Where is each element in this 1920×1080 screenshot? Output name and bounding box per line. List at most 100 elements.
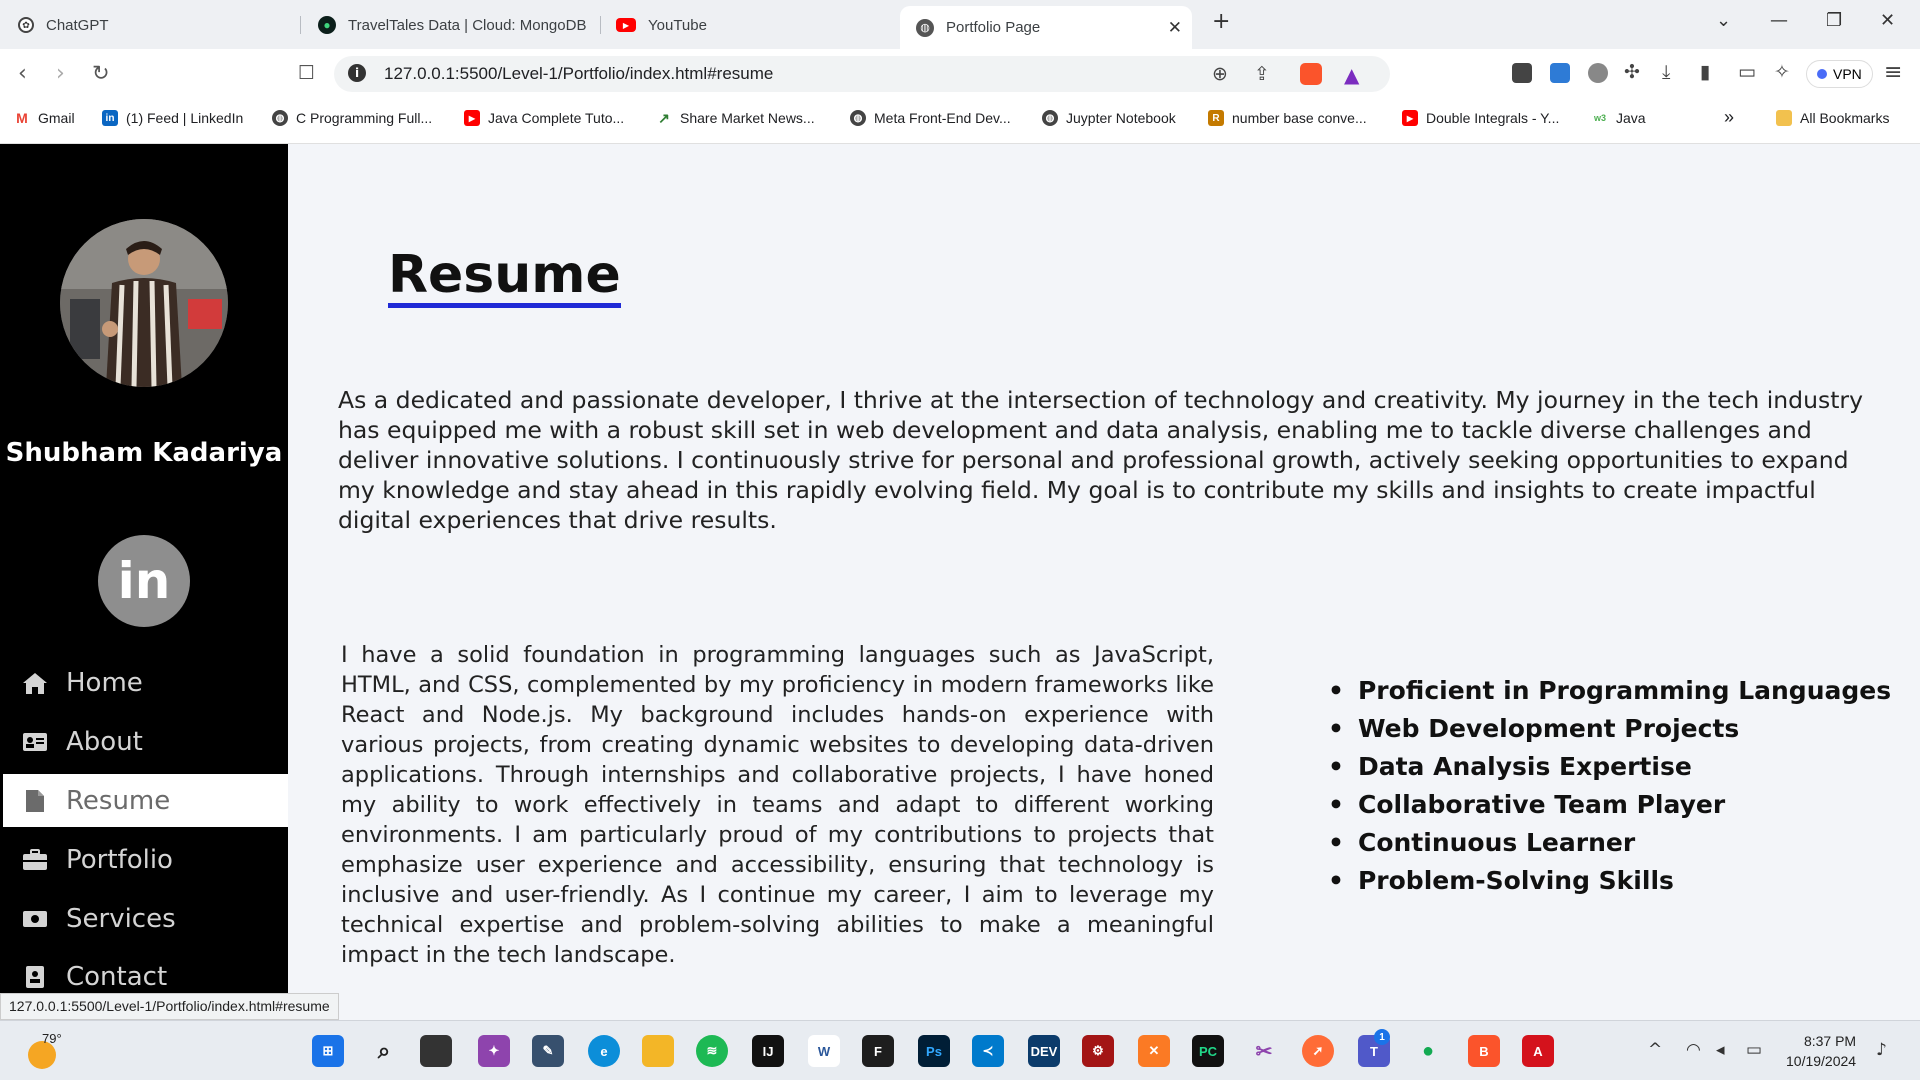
close-window-icon[interactable]: ✕ [1880,10,1895,31]
mysql-icon[interactable]: ⚙ [1082,1035,1114,1067]
nav-label: About [66,726,143,757]
battery-icon[interactable]: ▭ [1746,1040,1762,1060]
vpn-status-icon [1817,69,1827,79]
bookmark-share-market[interactable]: ↗ Share Market News... [656,110,815,126]
file-explorer-icon[interactable] [642,1035,674,1067]
bookmarks-bar: M Gmail in (1) Feed | LinkedIn ◍ C Progr… [0,99,1920,144]
address-bar[interactable]: i 127.0.0.1:5500/Level-1/Portfolio/index… [334,56,1390,92]
nav-portfolio[interactable]: Portfolio [0,833,288,886]
mongodb-compass-icon[interactable]: ● [1412,1035,1444,1067]
extension-fi-icon[interactable] [1550,63,1570,83]
snipping-tool-icon[interactable]: ✂ [1248,1035,1280,1067]
tab-youtube[interactable]: ▶ YouTube [616,7,707,43]
skill-item: Proficient in Programming Languages [1328,672,1891,710]
bookmark-label: Double Integrals - Y... [1426,110,1560,126]
more-bookmarks-button[interactable]: » [1724,107,1734,128]
photoshop-icon[interactable]: Ps [918,1035,950,1067]
brave-shields-icon[interactable] [1300,63,1322,85]
bookmark-linkedin[interactable]: in (1) Feed | LinkedIn [102,110,243,126]
linkedin-icon: in [102,110,118,126]
app-icon[interactable]: ✎ [532,1035,564,1067]
bookmark-jupyter[interactable]: ◍ Juypter Notebook [1042,110,1176,126]
nav-home[interactable]: Home [0,656,288,709]
bookmark-java[interactable]: w3 Java [1592,110,1646,126]
edge-icon[interactable]: e [588,1035,620,1067]
tab-search-chevron-icon[interactable]: ⌄ [1716,10,1731,31]
copilot-icon[interactable]: ✦ [478,1035,510,1067]
money-icon [20,910,50,928]
zoom-icon[interactable]: ⊕ [1212,63,1228,85]
w3schools-icon: w3 [1592,110,1608,126]
leo-ai-icon[interactable]: ✧ [1774,61,1790,83]
tray-expand-icon[interactable]: ^ [1648,1040,1662,1060]
linkedin-icon[interactable]: in [98,535,190,627]
profile-photo [60,219,228,387]
volume-icon[interactable]: ◂ [1716,1040,1725,1060]
nav-services[interactable]: Services [0,892,288,945]
extension-robot-icon[interactable] [1512,63,1532,83]
tab-chatgpt[interactable]: ✿ ChatGPT [18,7,109,43]
restore-icon[interactable]: ❐ [1826,10,1842,31]
chart-icon: ↗ [656,110,672,126]
brave-icon[interactable]: B [1468,1035,1500,1067]
bookmark-meta-frontend[interactable]: ◍ Meta Front-End Dev... [850,110,1011,126]
forward-icon[interactable]: › [56,61,65,86]
figma-icon[interactable]: F [862,1035,894,1067]
download-icon[interactable]: ⤓ [1662,61,1670,83]
tab-label: YouTube [648,16,707,34]
all-bookmarks-button[interactable]: All Bookmarks [1776,110,1889,126]
brave-rewards-icon[interactable]: ▲ [1344,63,1359,87]
menu-icon[interactable]: ≡ [1884,60,1902,85]
vpn-button[interactable]: VPN [1806,60,1873,88]
xampp-icon[interactable]: ✕ [1138,1035,1170,1067]
site-info-icon[interactable]: i [348,64,366,82]
browser-toolbar: ‹ › ↻ ☐ i 127.0.0.1:5500/Level-1/Portfol… [0,49,1920,99]
extensions-puzzle-icon[interactable]: ✣ [1624,61,1640,83]
bookmark-page-icon[interactable]: ☐ [298,62,315,84]
bookmark-label: Java Complete Tuto... [488,110,625,126]
nav-about[interactable]: About [0,715,288,768]
minimize-icon[interactable]: — [1770,10,1788,31]
gmail-icon: M [14,110,30,126]
back-icon[interactable]: ‹ [18,61,27,86]
word-icon[interactable]: W [808,1035,840,1067]
postman-icon[interactable]: ➚ [1302,1035,1334,1067]
file-icon [20,789,50,813]
globe-icon: ◍ [1042,110,1058,126]
wifi-icon[interactable]: ◠ [1686,1040,1701,1060]
nav-label: Resume [66,785,171,816]
bookmark-gmail[interactable]: M Gmail [14,110,75,126]
nav-resume[interactable]: Resume [3,774,288,827]
sidebar-toggle-icon[interactable]: ▮ [1700,61,1710,83]
bookmark-label: C Programming Full... [296,110,433,126]
task-view-icon[interactable] [420,1035,452,1067]
intellij-icon[interactable]: IJ [752,1035,784,1067]
home-icon [20,671,50,695]
share-icon[interactable]: ⇪ [1254,63,1270,85]
wallet-icon[interactable]: ▭ [1738,61,1756,83]
close-tab-icon[interactable]: ✕ [1168,18,1182,38]
youtube-icon: ▶ [464,110,480,126]
pycharm-icon[interactable]: PC [1192,1035,1224,1067]
tab-portfolio-page[interactable]: ◍ Portfolio Page ✕ [900,6,1192,49]
acrobat-icon[interactable]: A [1522,1035,1554,1067]
reload-icon[interactable]: ↻ [92,61,110,85]
search-icon[interactable]: ⌕ [368,1035,400,1067]
extension-circle-icon[interactable] [1588,63,1608,83]
spotify-icon[interactable]: ≋ [696,1035,728,1067]
tab-mongodb[interactable]: ● TravelTales Data | Cloud: MongoDB [318,7,586,43]
system-clock[interactable]: 8:37 PM 10/19/2024 [1786,1031,1856,1071]
devcpp-icon[interactable]: DEV [1028,1035,1060,1067]
briefcase-icon [20,848,50,871]
portfolio-page: Shubham Kadariya in Home About Resume Po… [0,144,1920,1020]
new-tab-button[interactable]: + [1212,9,1230,34]
bookmark-java-tutorial[interactable]: ▶ Java Complete Tuto... [464,110,624,126]
bookmark-double-integrals[interactable]: ▶ Double Integrals - Y... [1402,110,1559,126]
vscode-icon[interactable]: ≺ [972,1035,1004,1067]
skill-item: Continuous Learner [1328,824,1891,862]
bookmark-c-programming[interactable]: ◍ C Programming Full... [272,110,432,126]
bookmark-number-base[interactable]: R number base conve... [1208,110,1367,126]
page-title: Resume [388,249,621,308]
start-icon[interactable]: ⊞ [312,1035,344,1067]
notification-bell-icon[interactable]: ♪ [1876,1040,1887,1060]
